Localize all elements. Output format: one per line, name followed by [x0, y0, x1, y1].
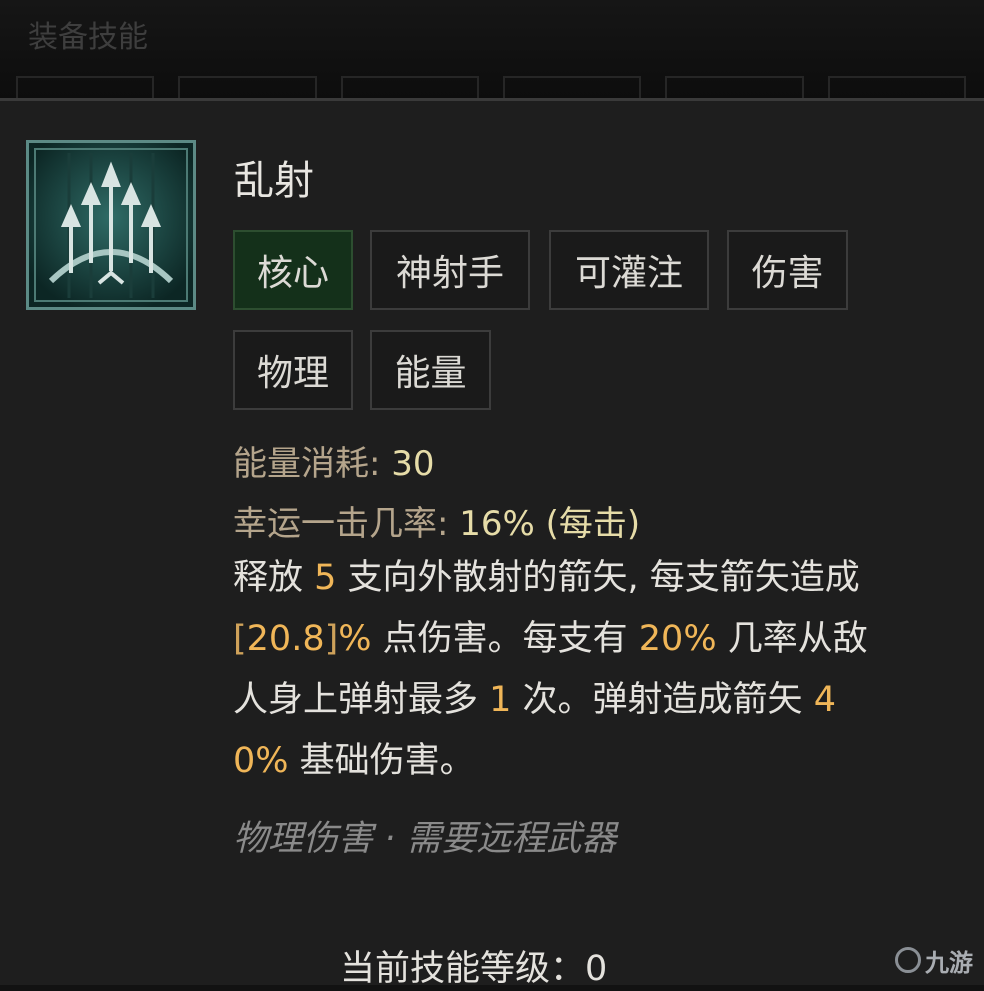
skill-slot-row: [16, 76, 966, 98]
desc-text: 几率从敌: [716, 619, 868, 659]
skill-slot[interactable]: [665, 76, 804, 98]
desc-number: 4: [813, 680, 836, 720]
tag-physical[interactable]: 物理: [233, 330, 353, 410]
skill-description: 释放 5 支向外散射的箭矢, 每支箭矢造成 [20.8]% 点伤害。每支有 20…: [233, 548, 953, 792]
current-skill-level: 当前技能等级：0: [340, 940, 607, 991]
desc-number: 0%: [233, 741, 289, 781]
arrow-volley-icon: [26, 140, 196, 310]
skill-slot[interactable]: [16, 76, 155, 98]
tag-imbueable[interactable]: 可灌注: [549, 230, 709, 310]
description-line: 人身上弹射最多 1 次。弹射造成箭矢 4: [233, 670, 953, 731]
desc-number: 20%: [638, 619, 717, 659]
desc-number: 1: [489, 680, 512, 720]
lucky-hit-value: 16%: [459, 504, 535, 544]
lucky-hit-chance: 幸运一击几率: 16% (每击): [233, 496, 640, 545]
desc-text: 次。弹射造成箭矢: [511, 680, 814, 720]
energy-cost-label: 能量消耗:: [233, 444, 392, 484]
tag-damage[interactable]: 伤害: [727, 230, 848, 310]
skill-requirements: 物理伤害 · 需要远程武器: [233, 819, 617, 859]
skill-slot[interactable]: [340, 76, 479, 98]
description-line: [20.8]% 点伤害。每支有 20% 几率从敌: [233, 609, 953, 670]
desc-bracket: [: [233, 619, 247, 659]
tag-core[interactable]: 核心: [233, 230, 353, 310]
skill-slot[interactable]: [827, 76, 966, 98]
energy-cost: 能量消耗: 30: [233, 436, 435, 485]
nine-game-logo-icon: [895, 947, 921, 973]
desc-number: %: [338, 619, 372, 659]
desc-number[interactable]: 20.8: [247, 619, 325, 659]
description-line: 释放 5 支向外散射的箭矢, 每支箭矢造成: [233, 548, 953, 609]
desc-bracket: ]: [324, 619, 339, 659]
tag-marksman[interactable]: 神射手: [370, 230, 530, 310]
skill-slot[interactable]: [502, 76, 642, 98]
energy-cost-value: 30: [391, 444, 435, 484]
watermark-logo: 九游: [895, 938, 984, 982]
desc-text: 人身上弹射最多: [233, 680, 490, 720]
desc-text: 支向外散射的箭矢, 每支箭矢造成: [336, 558, 860, 598]
top-bar: 装备技能: [0, 0, 984, 98]
lucky-hit-suffix: (每击): [534, 504, 641, 544]
desc-number: 5: [314, 558, 337, 598]
skill-level-label: 当前技能等级：: [340, 949, 586, 989]
skill-name: 乱射: [234, 158, 314, 204]
lucky-hit-label: 幸运一击几率:: [233, 504, 460, 544]
desc-text: 点伤害。每支有: [371, 619, 639, 659]
desc-text: 基础伤害。: [288, 741, 475, 781]
equip-skills-title: 装备技能: [28, 20, 148, 55]
desc-text: 释放: [233, 558, 315, 598]
description-line: 0% 基础伤害。: [233, 731, 953, 792]
watermark-text: 九游: [925, 948, 973, 977]
skill-level-value: 0: [585, 949, 608, 989]
tag-energy[interactable]: 能量: [370, 330, 491, 410]
skill-slot[interactable]: [178, 76, 317, 98]
